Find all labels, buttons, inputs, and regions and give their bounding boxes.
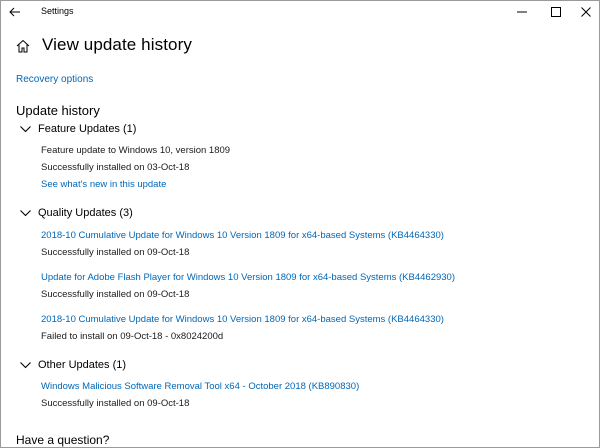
close-icon [581,7,591,17]
group-header-quality-updates[interactable]: Quality Updates (3) [20,207,220,221]
update-status: Successfully installed on 09-Oct-18 [41,289,190,300]
update-name: Feature update to Windows 10, version 18… [41,145,231,156]
have-a-question-heading: Have a question? [16,433,110,447]
back-arrow-icon [9,7,20,17]
chevron-down-icon [20,126,31,133]
update-link[interactable]: Windows Malicious Software Removal Tool … [41,381,359,392]
recovery-options-link[interactable]: Recovery options [16,74,93,85]
home-icon[interactable] [16,39,30,53]
maximize-icon [551,7,561,17]
settings-window: Settings View update history Recovery op… [0,0,600,448]
update-status: Successfully installed on 09-Oct-18 [41,247,190,258]
update-link[interactable]: 2018-10 Cumulative Update for Windows 10… [41,230,444,241]
group-header-other-updates[interactable]: Other Updates (1) [20,359,220,373]
group-label: Feature Updates (1) [38,123,137,135]
update-status: Successfully installed on 03-Oct-18 [41,162,190,173]
update-history-heading: Update history [16,103,100,118]
minimize-button[interactable] [507,2,537,22]
app-title: Settings [41,6,74,16]
close-button[interactable] [571,2,599,22]
title-bar: Settings [1,1,599,23]
update-link[interactable]: 2018-10 Cumulative Update for Windows 10… [41,314,444,325]
minimize-icon [517,11,527,13]
group-header-feature-updates[interactable]: Feature Updates (1) [20,123,220,137]
maximize-button[interactable] [541,2,571,22]
update-status: Successfully installed on 09-Oct-18 [41,398,190,409]
back-button[interactable] [5,3,25,21]
whats-new-link[interactable]: See what's new in this update [41,179,166,190]
update-link[interactable]: Update for Adobe Flash Player for Window… [41,272,455,283]
chevron-down-icon [20,362,31,369]
chevron-down-icon [20,210,31,217]
group-label: Quality Updates (3) [38,207,133,219]
update-status: Failed to install on 09-Oct-18 - 0x80242… [41,331,224,342]
group-label: Other Updates (1) [38,359,127,371]
page-title: View update history [42,35,192,54]
